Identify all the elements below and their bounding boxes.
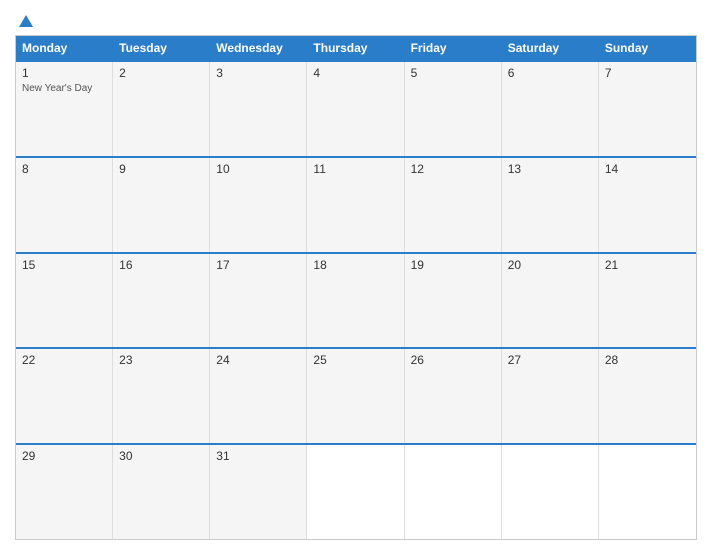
day-cell: 20 <box>502 254 599 348</box>
day-cell: 18 <box>307 254 404 348</box>
day-number: 25 <box>313 353 397 367</box>
day-cell: 12 <box>405 158 502 252</box>
day-cell <box>307 445 404 539</box>
day-number: 13 <box>508 162 592 176</box>
day-number: 1 <box>22 66 106 80</box>
day-cell: 29 <box>16 445 113 539</box>
day-cell: 8 <box>16 158 113 252</box>
day-number: 3 <box>216 66 300 80</box>
day-number: 8 <box>22 162 106 176</box>
day-cell: 21 <box>599 254 696 348</box>
day-header-sunday: Sunday <box>599 36 696 60</box>
day-cell: 6 <box>502 62 599 156</box>
day-number: 22 <box>22 353 106 367</box>
day-cell: 7 <box>599 62 696 156</box>
day-number: 15 <box>22 258 106 272</box>
calendar-header <box>15 15 697 27</box>
day-number: 11 <box>313 162 397 176</box>
day-number: 20 <box>508 258 592 272</box>
day-cell: 25 <box>307 349 404 443</box>
day-number: 21 <box>605 258 690 272</box>
day-number: 16 <box>119 258 203 272</box>
day-header-saturday: Saturday <box>502 36 599 60</box>
day-cell: 10 <box>210 158 307 252</box>
day-number: 30 <box>119 449 203 463</box>
day-event: New Year's Day <box>22 83 92 94</box>
day-number: 27 <box>508 353 592 367</box>
day-cell: 26 <box>405 349 502 443</box>
day-number: 18 <box>313 258 397 272</box>
week-row-5: 29 30 31 <box>16 443 696 539</box>
day-number: 17 <box>216 258 300 272</box>
day-cell: 16 <box>113 254 210 348</box>
day-cell: 11 <box>307 158 404 252</box>
week-row-4: 22 23 24 25 26 27 28 <box>16 347 696 443</box>
day-header-monday: Monday <box>16 36 113 60</box>
day-number: 9 <box>119 162 203 176</box>
calendar-body: 1New Year's Day2345678910111213141516171… <box>16 60 696 539</box>
day-header-friday: Friday <box>405 36 502 60</box>
day-cell <box>405 445 502 539</box>
day-number: 12 <box>411 162 495 176</box>
day-header-wednesday: Wednesday <box>210 36 307 60</box>
day-number: 28 <box>605 353 690 367</box>
week-row-1: 1 New Year's Day 234567 <box>16 60 696 156</box>
day-number: 29 <box>22 449 106 463</box>
day-cell: 22 <box>16 349 113 443</box>
day-cell: 24 <box>210 349 307 443</box>
day-cell: 13 <box>502 158 599 252</box>
day-number: 19 <box>411 258 495 272</box>
day-cell: 27 <box>502 349 599 443</box>
day-cell: 5 <box>405 62 502 156</box>
day-cell: 9 <box>113 158 210 252</box>
day-cell: 31 <box>210 445 307 539</box>
day-cell: 4 <box>307 62 404 156</box>
day-number: 24 <box>216 353 300 367</box>
calendar-grid: MondayTuesdayWednesdayThursdayFridaySatu… <box>15 35 697 540</box>
week-row-3: 15 16 17 18 19 20 21 <box>16 252 696 348</box>
day-number: 6 <box>508 66 592 80</box>
day-cell: 15 <box>16 254 113 348</box>
day-number: 5 <box>411 66 495 80</box>
logo-triangle-icon <box>19 15 33 27</box>
day-headers-row: MondayTuesdayWednesdayThursdayFridaySatu… <box>16 36 696 60</box>
logo <box>15 15 33 27</box>
day-number: 23 <box>119 353 203 367</box>
day-header-thursday: Thursday <box>307 36 404 60</box>
day-number: 14 <box>605 162 690 176</box>
day-cell: 3 <box>210 62 307 156</box>
day-cell <box>502 445 599 539</box>
day-cell <box>599 445 696 539</box>
day-cell: 19 <box>405 254 502 348</box>
week-row-2: 89 10 11 12 13 14 <box>16 156 696 252</box>
day-number: 7 <box>605 66 690 80</box>
day-number: 26 <box>411 353 495 367</box>
logo-blue-text <box>15 15 33 27</box>
day-number: 31 <box>216 449 300 463</box>
day-cell: 14 <box>599 158 696 252</box>
calendar-page: MondayTuesdayWednesdayThursdayFridaySatu… <box>0 0 712 550</box>
day-cell: 2 <box>113 62 210 156</box>
day-cell: 23 <box>113 349 210 443</box>
day-number: 4 <box>313 66 397 80</box>
day-cell: 1 New Year's Day <box>16 62 113 156</box>
day-cell: 28 <box>599 349 696 443</box>
day-header-tuesday: Tuesday <box>113 36 210 60</box>
day-cell: 30 <box>113 445 210 539</box>
day-number: 2 <box>119 66 203 80</box>
day-cell: 17 <box>210 254 307 348</box>
day-number: 10 <box>216 162 300 176</box>
